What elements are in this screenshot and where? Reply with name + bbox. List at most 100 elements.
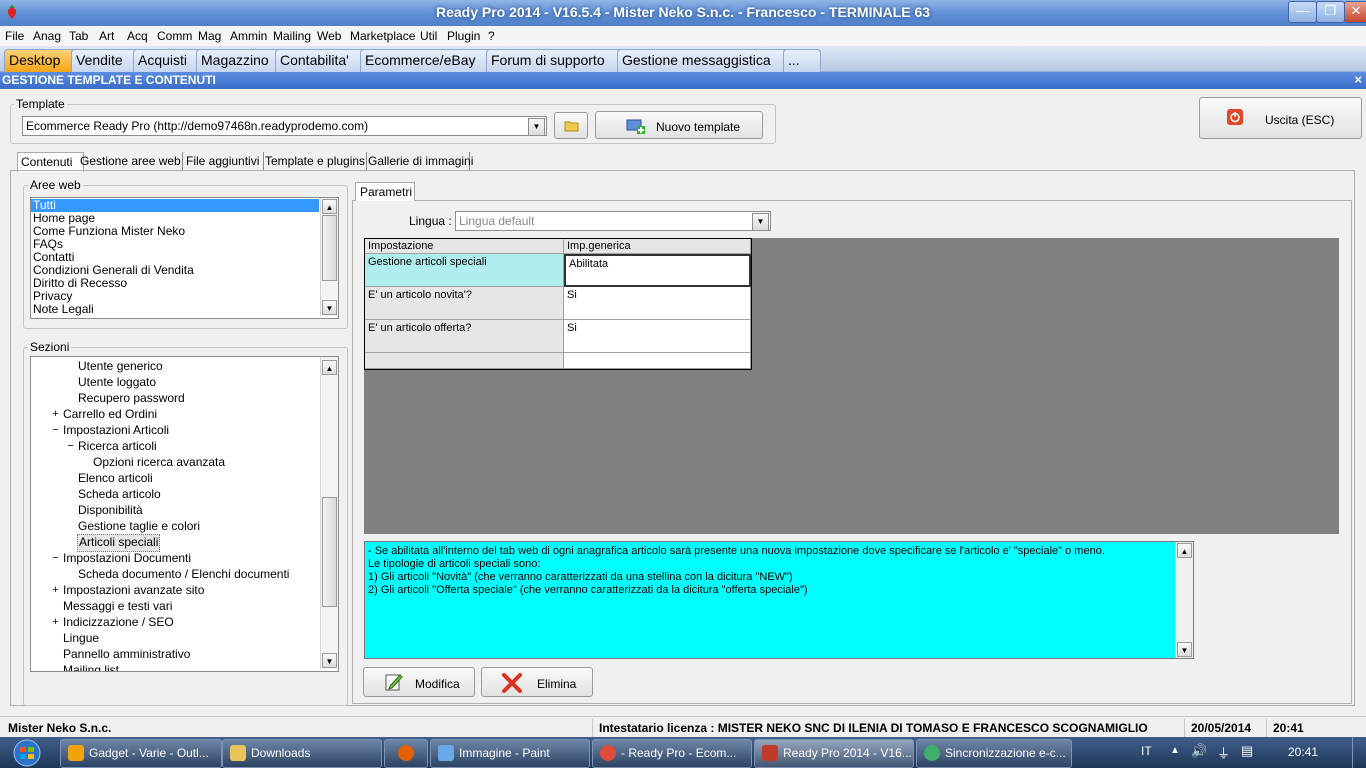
menu-plugin[interactable]: Plugin <box>447 29 480 43</box>
tree-item[interactable]: Scheda articolo <box>78 486 161 502</box>
grid-cell-setting[interactable]: E' un articolo novita'? <box>365 287 564 320</box>
scroll-up-icon[interactable]: ▲ <box>322 360 337 375</box>
collapse-icon[interactable]: − <box>51 552 60 564</box>
grid-cell-value[interactable]: Si <box>564 287 751 320</box>
tree-item[interactable]: Mailing list <box>63 662 119 671</box>
tab-more[interactable]: ... <box>783 49 821 72</box>
close-button[interactable]: ✕ <box>1344 1 1366 23</box>
tray-arrow-icon[interactable]: ▲ <box>1170 745 1180 756</box>
task-readypro[interactable]: Ready Pro 2014 - V16... <box>754 739 914 768</box>
tree-item[interactable]: Lingue <box>63 630 99 646</box>
grid-cell-empty[interactable] <box>365 353 564 369</box>
menu-tab[interactable]: Tab <box>69 29 88 43</box>
expand-icon[interactable]: + <box>51 408 60 420</box>
volume-icon[interactable]: 🔊 <box>1191 743 1207 759</box>
tree-item[interactable]: Carrello ed Ordini <box>63 406 157 422</box>
subtab-gallerie[interactable]: Gallerie di immagini <box>365 152 473 171</box>
tree-item[interactable]: Impostazioni Articoli <box>63 422 169 438</box>
menu-art[interactable]: Art <box>99 29 114 43</box>
tree-item[interactable]: Elenco articoli <box>78 470 153 486</box>
menu-ammin[interactable]: Ammin <box>230 29 267 43</box>
grid-cell-setting[interactable]: E' un articolo offerta? <box>365 320 564 353</box>
taskbar-clock[interactable]: 20:41 <box>1288 745 1318 759</box>
tree-item[interactable]: Impostazioni Documenti <box>63 550 191 566</box>
tree-item[interactable]: Indicizzazione / SEO <box>63 614 174 630</box>
grid-cell-empty[interactable] <box>564 353 751 369</box>
subtab-template-plugins[interactable]: Template e plugins <box>262 152 367 171</box>
task-outlook[interactable]: Gadget - Varie - Outl... <box>60 739 222 768</box>
sezioni-tree[interactable]: Utente generico Utente loggato Recupero … <box>30 356 339 672</box>
tree-item[interactable]: Messaggi e testi vari <box>63 598 172 614</box>
tab-vendite[interactable]: Vendite <box>71 49 142 72</box>
list-item[interactable]: FAQs <box>31 238 319 251</box>
tree-item[interactable]: Disponibilità <box>78 502 143 518</box>
menu-marketplace[interactable]: Marketplace <box>350 29 415 43</box>
power-plug-icon[interactable]: ⏚ <box>1217 743 1230 762</box>
exit-button[interactable]: Uscita (ESC) <box>1199 97 1362 139</box>
tree-item[interactable]: Scheda documento / Elenchi documenti <box>78 566 289 582</box>
grid-cell-setting[interactable]: Gestione articoli speciali <box>365 254 564 287</box>
start-button[interactable] <box>2 738 52 768</box>
modifica-button[interactable]: Modifica <box>363 667 475 697</box>
description-scrollbar[interactable]: ▲ ▼ <box>1175 542 1193 658</box>
subtab-file-aggiuntivi[interactable]: File aggiuntivi <box>183 152 264 171</box>
new-template-button[interactable]: Nuovo template <box>595 111 763 139</box>
menu-util[interactable]: Util <box>420 29 437 43</box>
tab-contabilita[interactable]: Contabilita' <box>275 49 369 72</box>
show-desktop-button[interactable] <box>1352 737 1366 768</box>
tab-messaggistica[interactable]: Gestione messaggistica <box>617 49 792 72</box>
scroll-up-icon[interactable]: ▲ <box>1177 543 1192 558</box>
tab-parametri[interactable]: Parametri <box>355 182 415 201</box>
list-item[interactable]: Diritto di Recesso <box>31 277 319 290</box>
chevron-down-icon[interactable]: ▼ <box>528 118 545 136</box>
chevron-down-icon[interactable]: ▼ <box>752 213 769 231</box>
tab-desktop[interactable]: Desktop <box>4 49 80 72</box>
network-icon[interactable]: ▤ <box>1241 743 1253 759</box>
menu-mag[interactable]: Mag <box>198 29 221 43</box>
panel-close-button[interactable]: × <box>1354 72 1362 87</box>
menu-acq[interactable]: Acq <box>127 29 148 43</box>
sezioni-scrollbar[interactable]: ▲ ▼ <box>320 357 338 669</box>
minimize-button[interactable]: — <box>1288 1 1317 23</box>
collapse-icon[interactable]: − <box>51 424 60 436</box>
open-folder-button[interactable] <box>554 112 588 139</box>
maximize-button[interactable]: ❐ <box>1316 1 1345 23</box>
template-select[interactable]: Ecommerce Ready Pro (http://demo97468n.r… <box>22 116 547 136</box>
menu-mailing[interactable]: Mailing <box>273 29 311 43</box>
tree-item[interactable]: Utente generico <box>78 358 163 374</box>
tree-item[interactable]: Impostazioni avanzate sito <box>63 582 204 598</box>
scroll-thumb[interactable] <box>322 497 337 607</box>
tree-item[interactable]: Pannello amministrativo <box>63 646 190 662</box>
elimina-button[interactable]: Elimina <box>481 667 593 697</box>
task-downloads[interactable]: Downloads <box>222 739 382 768</box>
task-sync[interactable]: Sincronizzazione e-c... <box>916 739 1072 768</box>
task-chrome[interactable]: - Ready Pro - Ecom... <box>592 739 752 768</box>
collapse-icon[interactable]: − <box>66 440 75 452</box>
aree-web-scrollbar[interactable]: ▲ ▼ <box>320 198 338 316</box>
aree-web-list[interactable]: Tutti Home page Come Funziona Mister Nek… <box>30 197 339 319</box>
expand-icon[interactable]: + <box>51 584 60 596</box>
scroll-up-icon[interactable]: ▲ <box>322 199 337 214</box>
tab-acquisti[interactable]: Acquisti <box>133 49 205 72</box>
description-box[interactable]: - Se abilitata all'interno del tab web d… <box>364 541 1194 659</box>
scroll-down-icon[interactable]: ▼ <box>322 300 337 315</box>
grid-cell-value[interactable]: Si <box>564 320 751 353</box>
grid-cell-value[interactable]: Abilitata <box>564 254 751 287</box>
menu-web[interactable]: Web <box>317 29 341 43</box>
lingua-select[interactable]: Lingua default ▼ <box>455 211 771 231</box>
tab-ecommerce[interactable]: Ecommerce/eBay <box>360 49 495 72</box>
scroll-down-icon[interactable]: ▼ <box>1177 642 1192 657</box>
scroll-thumb[interactable] <box>322 215 337 281</box>
language-indicator[interactable]: IT <box>1141 744 1152 758</box>
tab-magazzino[interactable]: Magazzino <box>196 49 284 72</box>
tree-item[interactable]: Ricerca articoli <box>78 438 157 454</box>
subtab-aree-web[interactable]: Gestione aree web <box>77 152 183 171</box>
task-paint[interactable]: Immagine - Paint <box>430 739 590 768</box>
menu-anag[interactable]: Anag <box>33 29 61 43</box>
tab-forum[interactable]: Forum di supporto <box>486 49 626 72</box>
tree-item[interactable]: Gestione taglie e colori <box>78 518 200 534</box>
menu-file[interactable]: File <box>5 29 24 43</box>
tree-item[interactable]: Recupero password <box>78 390 185 406</box>
scroll-down-icon[interactable]: ▼ <box>322 653 337 668</box>
tree-item[interactable]: Utente loggato <box>78 374 156 390</box>
